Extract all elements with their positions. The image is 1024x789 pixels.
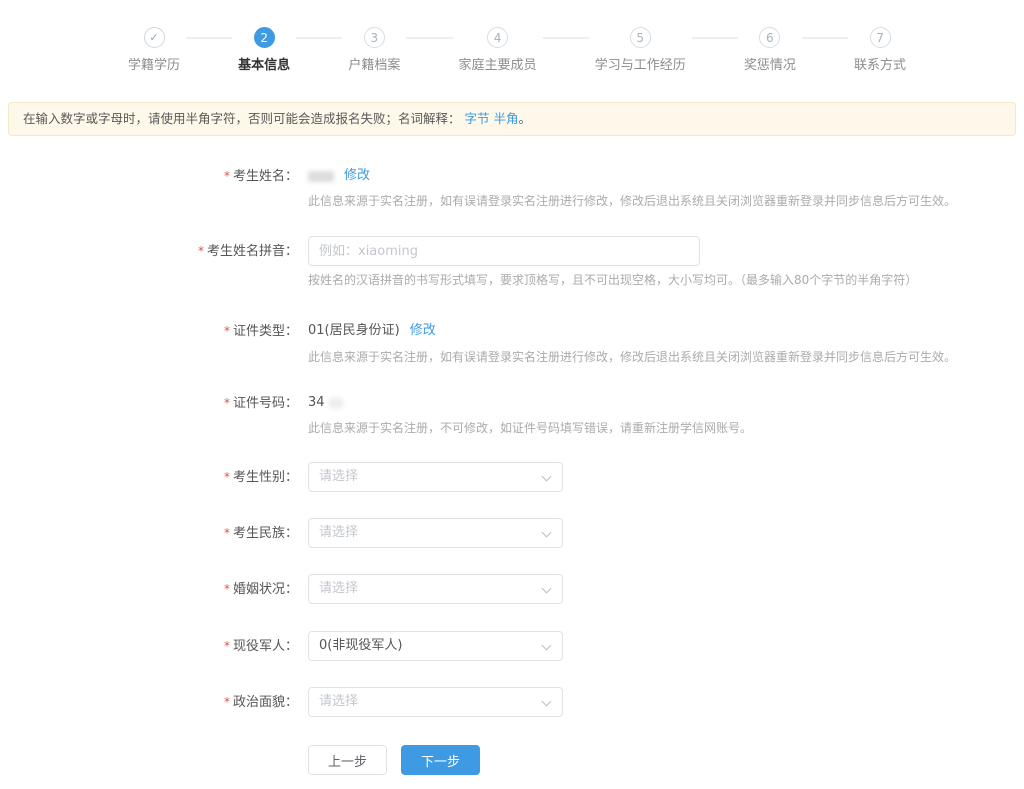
step-label: 学籍学历 <box>128 54 180 73</box>
pinyin-row: *考生姓名拼音： 按姓名的汉语拼音的书写形式填写，要求顶格写，且不可出现空格，大… <box>0 236 1024 288</box>
step-connector <box>692 37 738 39</box>
chevron-down-icon <box>542 697 552 707</box>
step-number-badge: 3 <box>364 27 385 48</box>
pinyin-label: *考生姓名拼音： <box>0 236 298 261</box>
pinyin-input[interactable] <box>308 236 700 266</box>
basic-info-form: *考生姓名： 修改 此信息来源于实名注册，如有误请登录实名注册进行修改，修改后退… <box>0 167 1024 775</box>
cert-type-label: *证件类型： <box>0 322 298 341</box>
military-status-row: *现役军人： 0(非现役军人) <box>0 631 1024 661</box>
marital-status-row: *婚姻状况： 请选择 <box>0 574 1024 604</box>
byte-definition-link[interactable]: 字节 <box>465 111 490 126</box>
required-asterisk: * <box>224 169 230 183</box>
step-connector <box>802 37 848 39</box>
chevron-down-icon <box>542 528 552 538</box>
chevron-down-icon <box>542 584 552 594</box>
edit-name-link[interactable]: 修改 <box>344 167 370 185</box>
step-label: 学习与工作经历 <box>595 54 686 73</box>
step-label: 基本信息 <box>238 54 290 73</box>
cert-number-redacted <box>329 398 343 408</box>
marital-status-select[interactable]: 请选择 <box>308 574 563 604</box>
required-asterisk: * <box>224 639 230 653</box>
step-5-study-work[interactable]: 5 学习与工作经历 <box>595 27 686 73</box>
step-done-check-icon: ✓ <box>144 27 165 48</box>
gender-label: *考生性别： <box>0 462 298 487</box>
political-status-label: *政治面貌： <box>0 687 298 712</box>
next-step-button[interactable]: 下一步 <box>401 745 480 775</box>
ethnicity-row: *考生民族： 请选择 <box>0 518 1024 548</box>
cert-number-help: 此信息来源于实名注册，不可修改，如证件号码填写错误，请重新注册学信网账号。 <box>308 421 752 436</box>
step-connector <box>543 37 589 39</box>
cert-type-value: 01(居民身份证) <box>308 322 400 340</box>
chevron-down-icon <box>542 641 552 651</box>
required-asterisk: * <box>224 526 230 540</box>
halfwidth-definition-link[interactable]: 半角 <box>494 111 519 126</box>
step-label: 联系方式 <box>854 54 906 73</box>
step-number-badge: 5 <box>630 27 651 48</box>
step-7-contact[interactable]: 7 联系方式 <box>854 27 906 73</box>
required-asterisk: * <box>224 582 230 596</box>
ethnicity-label: *考生民族： <box>0 518 298 543</box>
military-status-label: *现役军人： <box>0 631 298 656</box>
step-number-badge: 4 <box>487 27 508 48</box>
candidate-name-help: 此信息来源于实名注册，如有误请登录实名注册进行修改，修改后退出系统且关闭浏览器重… <box>308 194 956 209</box>
notice-text: 在输入数字或字母时，请使用半角字符，否则可能会造成报名失败；名词解释： <box>23 111 461 126</box>
candidate-name-redacted-value <box>308 171 334 182</box>
step-3-huji[interactable]: 3 户籍档案 <box>348 27 400 73</box>
cert-type-help: 此信息来源于实名注册，如有误请登录实名注册进行修改，修改后退出系统且关闭浏览器重… <box>308 350 956 365</box>
cert-type-row: *证件类型： 01(居民身份证) 修改 此信息来源于实名注册，如有误请登录实名注… <box>0 322 1024 365</box>
military-status-select[interactable]: 0(非现役军人) <box>308 631 563 661</box>
step-label: 户籍档案 <box>348 54 400 73</box>
halfwidth-warning-banner: 在输入数字或字母时，请使用半角字符，否则可能会造成报名失败；名词解释： 字节半角。 <box>8 102 1016 136</box>
ethnicity-select[interactable]: 请选择 <box>308 518 563 548</box>
step-number-badge: 7 <box>870 27 891 48</box>
candidate-name-row: *考生姓名： 修改 此信息来源于实名注册，如有误请登录实名注册进行修改，修改后退… <box>0 167 1024 209</box>
required-asterisk: * <box>224 396 230 410</box>
required-asterisk: * <box>224 324 230 338</box>
step-label: 奖惩情况 <box>744 54 796 73</box>
step-connector <box>296 37 342 39</box>
step-connector <box>186 37 232 39</box>
step-connector <box>406 37 452 39</box>
gender-select[interactable]: 请选择 <box>308 462 563 492</box>
step-6-rewards[interactable]: 6 奖惩情况 <box>744 27 796 73</box>
gender-row: *考生性别： 请选择 <box>0 462 1024 492</box>
required-asterisk: * <box>198 244 204 258</box>
progress-stepper: ✓ 学籍学历 2 基本信息 3 户籍档案 4 家庭主要成员 5 学习与工作经历 … <box>0 0 1024 73</box>
required-asterisk: * <box>224 695 230 709</box>
pinyin-help: 按姓名的汉语拼音的书写形式填写，要求顶格写，且不可出现空格，大小写均可。（最多输… <box>308 273 917 288</box>
cert-number-label: *证件号码： <box>0 394 298 413</box>
cert-number-row: *证件号码： 34 此信息来源于实名注册，不可修改，如证件号码填写错误，请重新注… <box>0 394 1024 436</box>
step-number-badge: 6 <box>759 27 780 48</box>
form-actions: 上一步 下一步 <box>308 745 1024 775</box>
chevron-down-icon <box>542 472 552 482</box>
notice-suffix: 。 <box>519 111 532 126</box>
step-1-xueji[interactable]: ✓ 学籍学历 <box>128 27 180 73</box>
step-4-family[interactable]: 4 家庭主要成员 <box>459 27 537 73</box>
previous-step-button[interactable]: 上一步 <box>308 745 387 775</box>
marital-status-label: *婚姻状况： <box>0 574 298 599</box>
political-status-row: *政治面貌： 请选择 <box>0 687 1024 717</box>
political-status-select[interactable]: 请选择 <box>308 687 563 717</box>
cert-number-value: 34 <box>308 394 325 412</box>
candidate-name-label: *考生姓名： <box>0 167 298 186</box>
edit-cert-type-link[interactable]: 修改 <box>410 322 436 340</box>
step-label: 家庭主要成员 <box>459 54 537 73</box>
step-2-basic-info[interactable]: 2 基本信息 <box>238 27 290 73</box>
step-number-badge: 2 <box>254 27 275 48</box>
required-asterisk: * <box>224 470 230 484</box>
